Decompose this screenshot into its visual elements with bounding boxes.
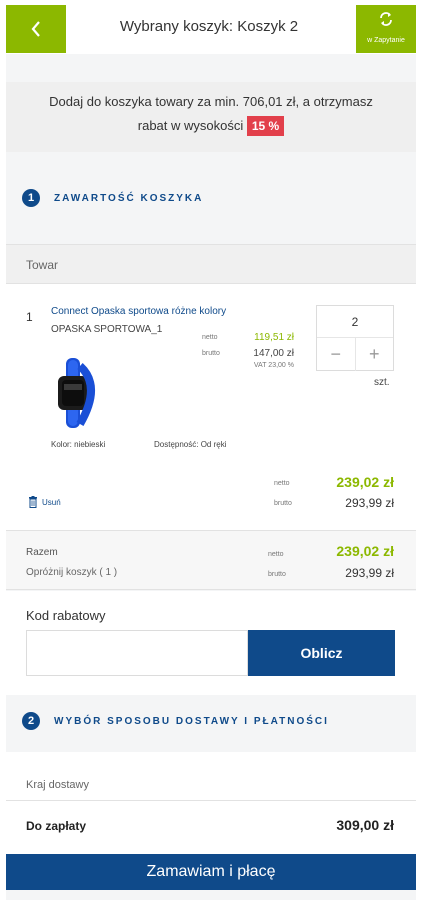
unit-gross-label: brutto (202, 350, 220, 357)
cart-summary: Razem Opróżnij koszyk ( 1 ) netto 239,02… (6, 530, 416, 590)
item-position: 1 (26, 310, 33, 324)
back-button[interactable] (6, 5, 66, 53)
remove-item-button[interactable]: Usuń (28, 496, 61, 508)
quantity-stepper: 2 − + (316, 305, 394, 371)
section-title: WYBÓR SPOSOBU DOSTAWY I PŁATNOŚCI (54, 715, 329, 727)
total-gross-label: brutto (268, 571, 286, 578)
increase-quantity-button[interactable]: + (354, 338, 394, 371)
refresh-arrows-icon (380, 12, 392, 26)
quantity-unit: szt. (374, 377, 390, 388)
convert-to-query-button[interactable]: w Zapytanie (356, 5, 416, 53)
unit-net-label: netto (202, 334, 218, 341)
product-image[interactable] (50, 356, 104, 430)
delivery-country-label: Kraj dostawy (26, 779, 89, 791)
quantity-controls: − + (317, 338, 393, 371)
promo-text-line2: rabat w wysokości 15 % (6, 114, 416, 138)
step-number: 2 (22, 712, 40, 730)
line-gross-label: brutto (274, 500, 292, 507)
step-number: 1 (22, 189, 40, 207)
quantity-input[interactable]: 2 (317, 306, 393, 338)
section-delivery-header: 2 WYBÓR SPOSOBU DOSTAWY I PŁATNOŚCI (6, 695, 416, 747)
query-label: w Zapytanie (367, 37, 405, 44)
coupon-label: Kod rabatowy (26, 608, 106, 623)
line-total-gross: 293,99 zł (345, 496, 394, 510)
product-name-link[interactable]: Connect Opaska sportowa różne kolory (51, 306, 281, 317)
trash-icon (29, 496, 37, 508)
top-bar: Wybrany koszyk: Koszyk 2 w Zapytanie (6, 0, 416, 54)
app-frame: Wybrany koszyk: Koszyk 2 w Zapytanie Dod… (6, 0, 416, 900)
discount-promo: Dodaj do koszyka towary za min. 706,01 z… (6, 82, 416, 152)
vat-rate: VAT 23,00 % (253, 362, 294, 369)
coupon-input[interactable] (26, 630, 248, 676)
product-color: Kolor: niebieski (51, 440, 106, 449)
line-net-label: netto (274, 480, 290, 487)
promo-text-line1: Dodaj do koszyka towary za min. 706,01 z… (49, 94, 373, 109)
decrease-quantity-button[interactable]: − (317, 338, 355, 371)
delivery-panel (6, 752, 416, 800)
section-title: ZAWARTOŚĆ KOSZYKA (54, 192, 204, 204)
product-availability: Dostępność: Od ręki (154, 440, 227, 449)
total-gross: 293,99 zł (345, 566, 394, 580)
section-cart-contents-header: 1 ZAWARTOŚĆ KOSZYKA (6, 172, 416, 224)
clear-cart-link[interactable]: Opróżnij koszyk ( 1 ) (26, 567, 117, 578)
place-order-button[interactable]: Zamawiam i płacę (6, 854, 416, 890)
unit-price-gross: 147,00 zł (253, 348, 294, 359)
unit-price-net: 119,51 zł (254, 332, 294, 343)
discount-badge: 15 % (246, 116, 285, 136)
promo-text-rabat: rabat w wysokości (137, 118, 244, 133)
total-label: Razem (26, 547, 58, 558)
remove-item-label: Usuń (42, 497, 61, 507)
total-net: 239,02 zł (336, 543, 394, 559)
page-title: Wybrany koszyk: Koszyk 2 (119, 18, 299, 35)
column-header-product: Towar (6, 244, 416, 284)
total-net-label: netto (268, 551, 284, 558)
calculate-coupon-button[interactable]: Oblicz (248, 630, 395, 676)
to-pay-value: 309,00 zł (336, 817, 394, 833)
chevron-left-icon (31, 21, 40, 37)
product-code: OPASKA SPORTOWA_1 (51, 324, 163, 335)
line-total-net: 239,02 zł (336, 474, 394, 490)
to-pay-bar: Do zapłaty 309,00 zł (6, 800, 416, 854)
to-pay-label: Do zapłaty (26, 819, 87, 833)
